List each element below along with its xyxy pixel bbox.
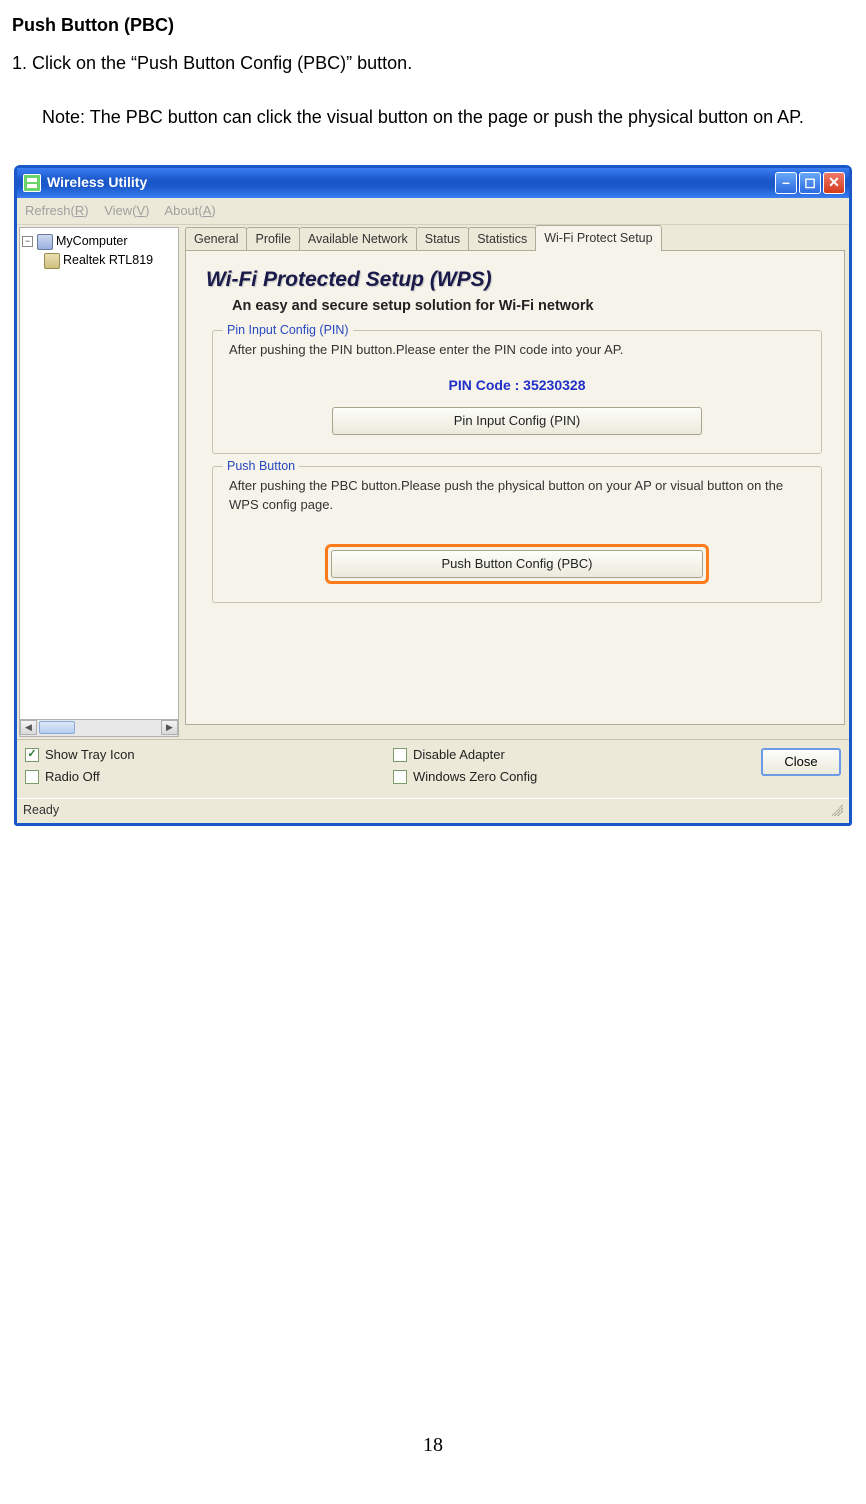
- tab-strip: General Profile Available Network Status…: [185, 227, 845, 251]
- computer-icon: [37, 234, 53, 250]
- bottom-options-bar: ✓ Show Tray Icon Radio Off Disable Adapt…: [17, 739, 849, 798]
- checkbox-unchecked-icon[interactable]: [393, 748, 407, 762]
- doc-note: Note: The PBC button can click the visua…: [42, 100, 854, 134]
- page-number: 18: [12, 1426, 854, 1464]
- minimize-button[interactable]: –: [775, 172, 797, 194]
- pbc-legend: Push Button: [223, 458, 299, 476]
- tree-adapter-label: Realtek RTL819: [63, 252, 153, 270]
- tree-root-label: MyComputer: [56, 233, 128, 251]
- tree-collapse-icon[interactable]: −: [22, 236, 33, 247]
- pin-groupbox: Pin Input Config (PIN) After pushing the…: [212, 330, 822, 454]
- pin-legend: Pin Input Config (PIN): [223, 322, 353, 340]
- check-show-tray[interactable]: ✓ Show Tray Icon: [25, 746, 393, 764]
- tab-available-network[interactable]: Available Network: [299, 227, 417, 251]
- doc-heading: Push Button (PBC): [12, 8, 854, 42]
- check-windows-zero-config[interactable]: Windows Zero Config: [393, 768, 761, 786]
- check-radio-off-label: Radio Off: [45, 768, 100, 786]
- main-pane: General Profile Available Network Status…: [179, 225, 849, 739]
- device-tree: − MyComputer Realtek RTL819 ◀ ▶: [19, 227, 179, 737]
- check-windows-zero-config-label: Windows Zero Config: [413, 768, 537, 786]
- check-disable-adapter[interactable]: Disable Adapter: [393, 746, 761, 764]
- close-button[interactable]: Close: [761, 748, 841, 776]
- menu-refresh[interactable]: Refresh(R): [25, 203, 89, 218]
- check-radio-off[interactable]: Radio Off: [25, 768, 393, 786]
- adapter-icon: [44, 253, 60, 269]
- check-show-tray-label: Show Tray Icon: [45, 746, 135, 764]
- doc-step-1: 1. Click on the “Push Button Config (PBC…: [12, 46, 854, 80]
- checkbox-unchecked-icon[interactable]: [25, 770, 39, 784]
- maximize-button[interactable]: ◻: [799, 172, 821, 194]
- status-text: Ready: [23, 802, 59, 820]
- app-icon: [23, 174, 41, 192]
- pbc-config-button[interactable]: Push Button Config (PBC): [331, 550, 703, 578]
- tab-profile[interactable]: Profile: [246, 227, 299, 251]
- tree-adapter-row[interactable]: Realtek RTL819: [22, 251, 176, 271]
- checkbox-checked-icon[interactable]: ✓: [25, 748, 39, 762]
- pin-config-button[interactable]: Pin Input Config (PIN): [332, 407, 702, 435]
- window-close-button[interactable]: ✕: [823, 172, 845, 194]
- checkbox-unchecked-icon[interactable]: [393, 770, 407, 784]
- pin-code-label: PIN Code : 35230328: [229, 376, 805, 396]
- check-disable-adapter-label: Disable Adapter: [413, 746, 505, 764]
- menu-about[interactable]: About(A): [164, 203, 215, 218]
- scroll-left-icon[interactable]: ◀: [20, 720, 37, 735]
- pbc-description: After pushing the PBC button.Please push…: [229, 477, 805, 513]
- wps-title: Wi-Fi Protected Setup (WPS): [206, 265, 828, 294]
- pbc-highlight: Push Button Config (PBC): [325, 544, 709, 584]
- wps-subtitle: An easy and secure setup solution for Wi…: [232, 296, 828, 316]
- tab-wps[interactable]: Wi-Fi Protect Setup: [535, 225, 661, 251]
- scroll-right-icon[interactable]: ▶: [161, 720, 178, 735]
- tab-status[interactable]: Status: [416, 227, 469, 251]
- tree-horizontal-scrollbar[interactable]: ◀ ▶: [20, 719, 178, 736]
- tab-general[interactable]: General: [185, 227, 247, 251]
- menu-view[interactable]: View(V): [104, 203, 149, 218]
- pbc-groupbox: Push Button After pushing the PBC button…: [212, 466, 822, 603]
- tab-statistics[interactable]: Statistics: [468, 227, 536, 251]
- window-title: Wireless Utility: [47, 173, 773, 193]
- statusbar: Ready: [17, 798, 849, 823]
- wps-tab-page: Wi-Fi Protected Setup (WPS) An easy and …: [185, 250, 845, 725]
- resize-grip-icon[interactable]: [827, 802, 843, 816]
- menubar: Refresh(R) View(V) About(A): [17, 198, 849, 225]
- tree-root-row[interactable]: − MyComputer: [22, 232, 176, 252]
- titlebar: Wireless Utility – ◻ ✕: [17, 168, 849, 198]
- scroll-thumb[interactable]: [39, 721, 75, 734]
- wireless-utility-window: Wireless Utility – ◻ ✕ Refresh(R) View(V…: [14, 165, 852, 826]
- pin-description: After pushing the PIN button.Please ente…: [229, 341, 805, 359]
